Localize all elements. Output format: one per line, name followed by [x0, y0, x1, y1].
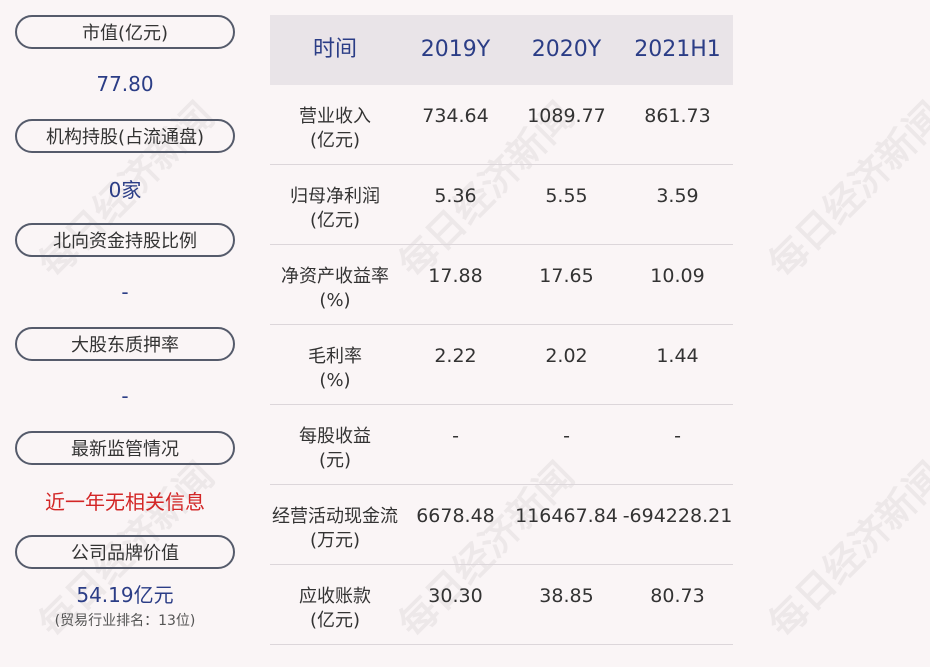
table-cell: 1.44 — [656, 345, 699, 367]
institutional-holding-value: 0家 — [15, 153, 235, 223]
row-label-main: 应收账款 — [299, 586, 371, 607]
row-label-unit: (%) — [319, 370, 351, 391]
table-cell: 2.22 — [434, 345, 477, 367]
table-row: 营业收入 (亿元) 734.64 1089.77 861.73 — [270, 85, 733, 165]
table-cell: - — [674, 425, 681, 447]
table-cell: 861.73 — [644, 105, 711, 127]
table-cell: -694228.21 — [622, 505, 733, 527]
table-cell: 17.65 — [539, 265, 594, 287]
row-label: 应收账款 (亿元) — [270, 585, 400, 633]
table-cell: 1089.77 — [527, 105, 606, 127]
pledge-rate-value: - — [15, 361, 235, 431]
row-label-unit: (元) — [318, 450, 352, 471]
table-cell: 3.59 — [656, 185, 699, 207]
northbound-ratio-label: 北向资金持股比例 — [15, 223, 235, 257]
table-row: 经营活动现金流 (万元) 6678.48 116467.84 -694228.21 — [270, 485, 733, 565]
header-time: 时间 — [312, 37, 357, 62]
table-row: 应收账款 (亿元) 30.30 38.85 80.73 — [270, 565, 733, 645]
left-panel: 市值(亿元) 77.80 机构持股(占流通盘) 0家 北向资金持股比例 - 大股… — [15, 15, 235, 637]
row-label: 营业收入 (亿元) — [270, 105, 400, 153]
row-label-unit: (亿元) — [309, 130, 361, 151]
row-label-main: 营业收入 — [299, 106, 371, 127]
brand-value: 54.19亿元 (贸易行业排名：13位) — [15, 569, 235, 637]
watermark: 每日经济新闻 — [759, 453, 930, 647]
table-cell: 734.64 — [422, 105, 489, 127]
table-cell: - — [563, 425, 570, 447]
row-label-main: 毛利率 — [308, 346, 362, 367]
header-2019y: 2019Y — [420, 37, 491, 62]
institutional-holding-label: 机构持股(占流通盘) — [15, 119, 235, 153]
regulation-label: 最新监管情况 — [15, 431, 235, 465]
row-label-main: 经营活动现金流 — [272, 506, 398, 527]
table-cell: 10.09 — [650, 265, 705, 287]
row-label-unit: (亿元) — [309, 210, 361, 231]
regulation-value: 近一年无相关信息 — [15, 465, 235, 535]
brand-value-text: 54.19亿元 — [76, 583, 174, 607]
row-label-main: 净资产收益率 — [281, 266, 389, 287]
row-label-unit: (万元) — [309, 530, 361, 551]
table-row: 净资产收益率 (%) 17.88 17.65 10.09 — [270, 245, 733, 325]
table-cell: 17.88 — [428, 265, 483, 287]
table-row: 毛利率 (%) 2.22 2.02 1.44 — [270, 325, 733, 405]
table-cell: 116467.84 — [515, 505, 618, 527]
header-2020y: 2020Y — [531, 37, 602, 62]
northbound-ratio-value-text: - — [121, 280, 129, 304]
table-cell: 30.30 — [428, 585, 483, 607]
regulation-value-text: 近一年无相关信息 — [45, 489, 205, 514]
northbound-ratio-value: - — [15, 257, 235, 327]
row-label: 毛利率 (%) — [270, 345, 400, 393]
table-cell: 6678.48 — [416, 505, 495, 527]
market-cap-label: 市值(亿元) — [15, 15, 235, 49]
market-cap-value: 77.80 — [15, 49, 235, 119]
row-label-unit: (%) — [319, 290, 351, 311]
brand-value-label: 公司品牌价值 — [15, 535, 235, 569]
row-label-main: 归母净利润 — [290, 186, 380, 207]
market-cap-value-text: 77.80 — [96, 72, 154, 96]
table-cell: 5.55 — [545, 185, 588, 207]
row-label: 净资产收益率 (%) — [270, 265, 400, 313]
table-row: 归母净利润 (亿元) 5.36 5.55 3.59 — [270, 165, 733, 245]
row-label: 每股收益 (元) — [270, 425, 400, 473]
row-label: 经营活动现金流 (万元) — [270, 505, 400, 553]
watermark: 每日经济新闻 — [759, 93, 930, 287]
pledge-rate-label: 大股东质押率 — [15, 327, 235, 361]
table-cell: 80.73 — [650, 585, 705, 607]
header-2021h1: 2021H1 — [634, 37, 721, 62]
institutional-holding-value-text: 0家 — [108, 177, 142, 202]
table-header: 时间 2019Y 2020Y 2021H1 — [270, 15, 733, 85]
table-cell: 38.85 — [539, 585, 594, 607]
table-cell: - — [452, 425, 459, 447]
row-label-unit: (亿元) — [309, 610, 361, 631]
financial-table: 时间 2019Y 2020Y 2021H1 营业收入 (亿元) 734.64 10… — [270, 15, 733, 645]
table-cell: 2.02 — [545, 345, 588, 367]
brand-rank-text: (贸易行业排名：13位) — [54, 613, 196, 629]
table-cell: 5.36 — [434, 185, 477, 207]
pledge-rate-value-text: - — [121, 384, 129, 408]
row-label: 归母净利润 (亿元) — [270, 185, 400, 233]
row-label-main: 每股收益 — [299, 426, 371, 447]
table-row: 每股收益 (元) - - - — [270, 405, 733, 485]
